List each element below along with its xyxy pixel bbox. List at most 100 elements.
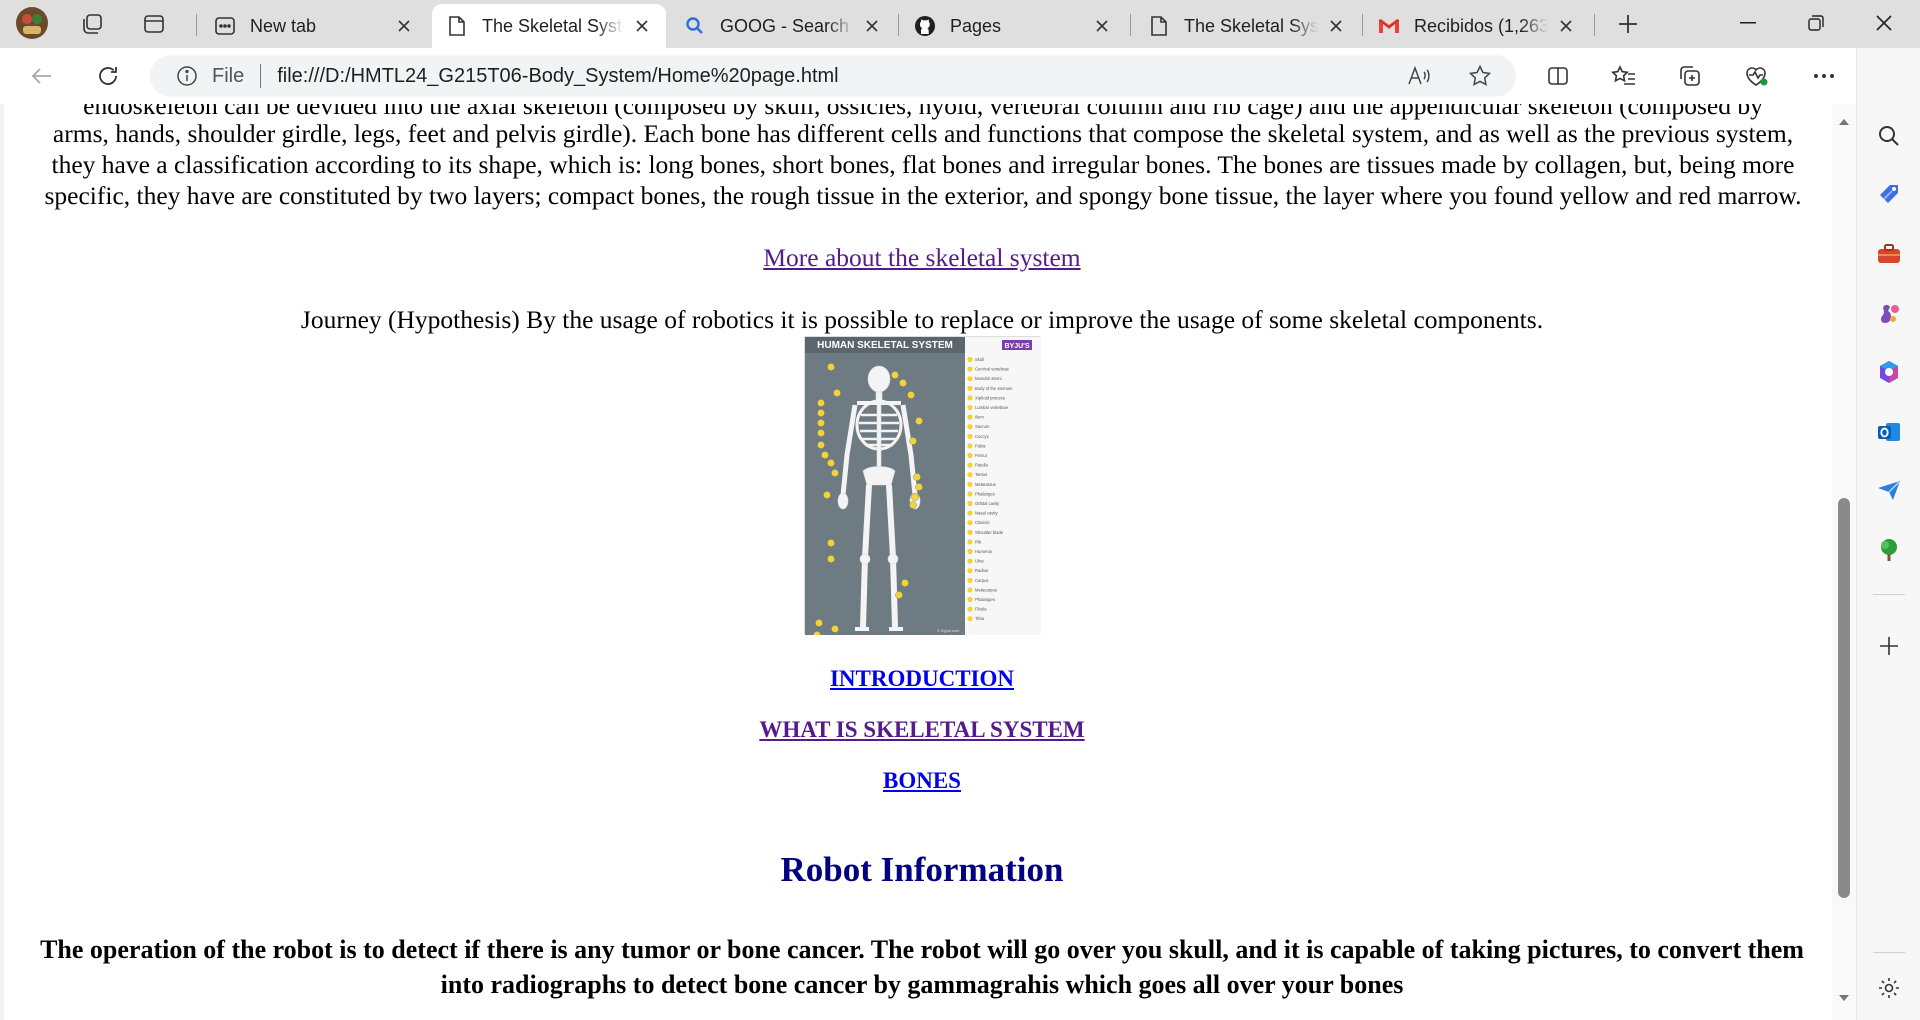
tools-briefcase-icon[interactable]: [1871, 236, 1907, 272]
close-icon[interactable]: [392, 14, 416, 38]
scroll-down-arrow-icon[interactable]: [1836, 990, 1852, 1006]
settings-gear-icon[interactable]: [1871, 970, 1907, 1006]
tree-icon[interactable]: [1871, 532, 1907, 568]
info-icon[interactable]: [174, 63, 200, 89]
legend-label: Manubri sterni: [975, 376, 1002, 381]
profile-avatar[interactable]: [14, 5, 50, 41]
address-bar[interactable]: File file:///D:/HMTL24_G215T06-Body_Syst…: [150, 55, 1516, 97]
diagram-number-marker: [817, 429, 825, 437]
diagram-number-marker: [895, 591, 903, 599]
legend-label: Lumbar vertebrae: [975, 405, 1009, 410]
tab-title: The Skeletal Syste: [482, 15, 624, 36]
microsoft-365-icon[interactable]: [1871, 354, 1907, 390]
what-is-skeletal-system-link[interactable]: WHAT IS SKELETAL SYSTEM: [4, 717, 1840, 743]
scroll-up-arrow-icon[interactable]: [1836, 114, 1852, 130]
close-icon[interactable]: [1554, 14, 1578, 38]
bones-link[interactable]: BONES: [4, 768, 1840, 794]
byjus-logo: BYJU'S: [1004, 343, 1029, 350]
tab-title: The Skeletal Syst: [1184, 15, 1318, 36]
diagram-number-marker: [907, 391, 915, 399]
legend-label: Ulna: [975, 559, 984, 564]
more-options-icon[interactable]: [1804, 56, 1844, 96]
tab-skeletal-2[interactable]: The Skeletal Syst: [1134, 4, 1360, 48]
diagram-number-marker: [899, 379, 907, 387]
diagram-number-marker: [915, 417, 923, 425]
read-aloud-icon[interactable]: [1400, 56, 1440, 96]
legend-marker: [967, 404, 973, 411]
refresh-icon[interactable]: [88, 56, 128, 96]
games-icon[interactable]: [1871, 296, 1907, 332]
diagram-number-marker: [815, 619, 823, 627]
shopping-tag-icon[interactable]: [1871, 176, 1907, 212]
add-sidebar-app-icon[interactable]: [1871, 628, 1907, 664]
diagram-number-marker: [827, 459, 835, 467]
tab-title: New tab: [250, 15, 317, 36]
tab-new-tab[interactable]: New tab: [200, 4, 428, 48]
restore-icon[interactable]: [1784, 0, 1848, 46]
diagram-number-marker: [817, 399, 825, 407]
close-icon[interactable]: [630, 14, 654, 38]
tab-gmail[interactable]: Recibidos (1,263): [1364, 4, 1590, 48]
browser-essentials-icon[interactable]: [1736, 56, 1776, 96]
legend-label: Nasal cavity: [975, 511, 998, 516]
legend-marker: [967, 568, 973, 574]
svg-text:© Byjus.com: © Byjus.com: [937, 628, 960, 633]
close-icon[interactable]: [1090, 14, 1114, 38]
document-icon: [446, 15, 468, 37]
legend-marker: [967, 481, 973, 487]
back-arrow-icon[interactable]: [22, 56, 62, 96]
more-about-link[interactable]: More about the skeletal system: [4, 243, 1840, 273]
scrollbar-thumb[interactable]: [1838, 498, 1850, 898]
diagram-number-marker: [911, 493, 919, 501]
page-scrollbar[interactable]: [1832, 104, 1856, 1020]
legend-label: Phalanges: [975, 597, 995, 602]
legend-label: Cervical vertebrae: [975, 367, 1010, 372]
tab-skeletal-active[interactable]: The Skeletal Syste: [432, 4, 666, 48]
diagram-number-marker: [817, 409, 825, 417]
diagram-title: HUMAN SKELETAL SYSTEM: [817, 340, 953, 351]
workspaces-icon[interactable]: [74, 6, 110, 42]
legend-label: Patella: [975, 463, 988, 468]
legend-label: Radius: [975, 568, 988, 573]
legend-marker: [967, 385, 973, 391]
diagram-number-marker: [827, 363, 835, 371]
legend-label: Phalanges: [975, 491, 995, 496]
close-icon[interactable]: [1324, 14, 1348, 38]
favorite-star-icon[interactable]: [1460, 56, 1500, 96]
minimize-icon[interactable]: [1716, 0, 1780, 46]
legend-label: Humerus: [975, 549, 992, 554]
vertical-tabs-icon[interactable]: [136, 6, 172, 42]
tab-pages[interactable]: Pages: [900, 4, 1126, 48]
search-icon[interactable]: [1871, 118, 1907, 154]
legend-label: Clavicle: [975, 520, 990, 525]
legend-marker: [967, 366, 973, 372]
close-icon[interactable]: [860, 14, 884, 38]
legend-label: Skull: [975, 357, 984, 362]
introduction-link[interactable]: INTRODUCTION: [4, 666, 1840, 692]
legend-marker: [967, 596, 973, 603]
tab-goog-search[interactable]: GOOG - Search: [670, 4, 896, 48]
diagram-number-marker: [831, 469, 839, 477]
split-screen-icon[interactable]: [1538, 56, 1578, 96]
diagram-number-marker: [833, 389, 841, 397]
legend-marker: [967, 424, 973, 430]
collections-icon[interactable]: [1670, 56, 1710, 96]
close-window-icon[interactable]: [1852, 0, 1916, 46]
legend-marker: [967, 443, 973, 449]
favorites-icon[interactable]: [1604, 56, 1644, 96]
legend-label: Carpus: [975, 578, 989, 583]
outlook-icon[interactable]: [1871, 414, 1907, 450]
tab-title: Pages: [950, 15, 1002, 36]
tab-strip: New tab The Skeletal Syste GOOG - Search…: [0, 0, 1920, 48]
url-text[interactable]: file:///D:/HMTL24_G215T06-Body_System/Ho…: [277, 65, 838, 88]
legend-marker: [967, 500, 973, 507]
legend-label: Orbital cavity: [975, 501, 1000, 506]
legend-marker: [967, 376, 973, 382]
send-drop-icon[interactable]: [1871, 472, 1907, 508]
legend-marker: [967, 356, 973, 363]
url-scheme-label: File: [212, 64, 245, 87]
diagram-number-marker: [827, 539, 835, 547]
legend-marker: [967, 510, 973, 516]
new-tab-plus-icon[interactable]: [1610, 6, 1646, 42]
legend-label: Coccyx: [975, 434, 990, 439]
